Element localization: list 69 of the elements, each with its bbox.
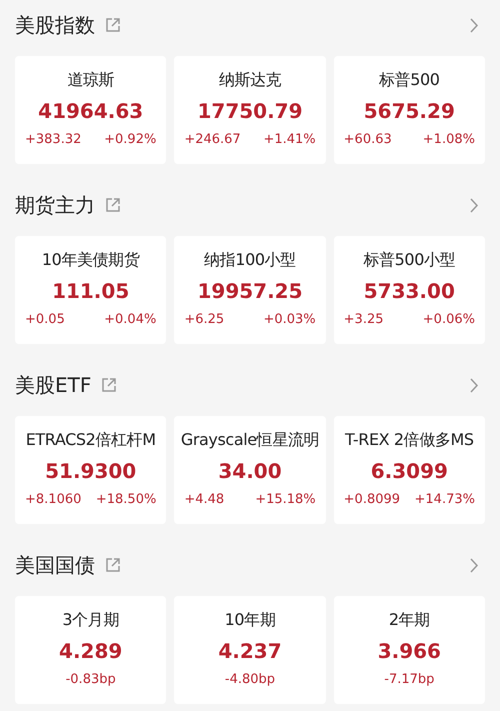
quote-value: 3.966 xyxy=(378,639,441,663)
quote-change: +14.73% xyxy=(414,492,475,507)
quote-card[interactable]: 标普500 5675.29 +60.63 +1.08% xyxy=(334,56,485,164)
share-icon[interactable] xyxy=(102,378,116,392)
quote-card[interactable]: Grayscale恒星流明 34.00 +4.48 +15.18% xyxy=(174,416,326,524)
quote-name: 10年期 xyxy=(224,610,276,631)
quote-change: +0.06% xyxy=(422,312,475,327)
quote-value: 17750.79 xyxy=(197,99,302,123)
quote-card[interactable]: 10年美债期货 111.05 +0.05 +0.04% xyxy=(15,236,166,344)
section-title: 美国国债 xyxy=(15,552,95,578)
quote-name: 2年期 xyxy=(388,610,430,631)
quote-card[interactable]: 纳指100小型 19957.25 +6.25 +0.03% xyxy=(174,236,326,344)
quote-change: +8.1060 xyxy=(25,492,82,507)
share-icon[interactable] xyxy=(106,198,120,212)
quote-value: 4.237 xyxy=(218,639,282,663)
quote-name: 纳斯达克 xyxy=(218,70,282,91)
share-icon[interactable] xyxy=(106,18,120,32)
quote-change: +0.92% xyxy=(104,132,156,147)
share-icon[interactable] xyxy=(106,558,120,572)
quote-value: 5733.00 xyxy=(364,279,455,303)
quote-change: -7.17bp xyxy=(384,672,434,687)
quote-change: -4.80bp xyxy=(224,672,276,687)
quote-change: +383.32 xyxy=(25,132,82,147)
quote-change: +0.03% xyxy=(263,312,316,327)
quote-card[interactable]: 标普500小型 5733.00 +3.25 +0.06% xyxy=(334,236,485,344)
quote-name: 纳指100小型 xyxy=(204,250,296,271)
quote-card[interactable]: ETRACS2倍杠杆M 51.9300 +8.1060 +18.50% xyxy=(15,416,166,524)
chevron-right-icon[interactable] xyxy=(470,18,479,32)
quote-change: -0.83bp xyxy=(66,672,116,687)
quote-change: +0.04% xyxy=(104,312,156,327)
quote-card[interactable]: 2年期 3.966 -7.17bp xyxy=(334,596,485,704)
quote-value: 41964.63 xyxy=(38,99,144,123)
quote-change: +6.25 xyxy=(184,312,224,327)
quote-change: +60.63 xyxy=(344,132,392,147)
quote-name: Grayscale恒星流明 xyxy=(180,430,320,451)
section-title: 美股指数 xyxy=(15,12,95,38)
chevron-right-icon[interactable] xyxy=(470,558,479,572)
quote-value: 34.00 xyxy=(218,459,282,483)
quote-name: 道琼斯 xyxy=(67,70,114,91)
quote-value: 51.9300 xyxy=(45,459,136,483)
chevron-right-icon[interactable] xyxy=(470,198,479,212)
quote-change: +1.08% xyxy=(422,132,475,147)
quote-name: 3个月期 xyxy=(62,610,119,631)
quote-name: 标普500小型 xyxy=(363,250,456,271)
quote-value: 6.3099 xyxy=(370,459,448,483)
quote-change: +246.67 xyxy=(184,132,241,147)
quote-change: +4.48 xyxy=(184,492,224,507)
quote-value: 111.05 xyxy=(52,279,130,303)
quote-value: 4.289 xyxy=(59,639,122,663)
quote-change: +15.18% xyxy=(255,492,316,507)
quote-name: 10年美债期货 xyxy=(42,250,140,271)
chevron-right-icon[interactable] xyxy=(470,378,479,392)
quote-name: 标普500 xyxy=(379,70,440,91)
quote-name: T-REX 2倍做多MS xyxy=(344,430,474,451)
quote-change: +18.50% xyxy=(96,492,156,507)
quote-name: ETRACS2倍杠杆M xyxy=(26,430,156,451)
quote-value: 19957.25 xyxy=(197,279,302,303)
quote-change: +1.41% xyxy=(263,132,316,147)
quote-card[interactable]: 10年期 4.237 -4.80bp xyxy=(174,596,326,704)
quote-card[interactable]: T-REX 2倍做多MS 6.3099 +0.8099 +14.73% xyxy=(334,416,485,524)
quote-card[interactable]: 3个月期 4.289 -0.83bp xyxy=(15,596,166,704)
section-title: 期货主力 xyxy=(15,192,95,218)
quote-card[interactable]: 道琼斯 41964.63 +383.32 +0.92% xyxy=(15,56,166,164)
section-title: 美股ETF xyxy=(15,372,92,398)
quote-card[interactable]: 纳斯达克 17750.79 +246.67 +1.41% xyxy=(174,56,326,164)
quote-change: +0.05 xyxy=(25,312,65,327)
quote-change: +3.25 xyxy=(344,312,384,327)
quote-change: +0.8099 xyxy=(344,492,400,507)
quote-value: 5675.29 xyxy=(364,99,455,123)
